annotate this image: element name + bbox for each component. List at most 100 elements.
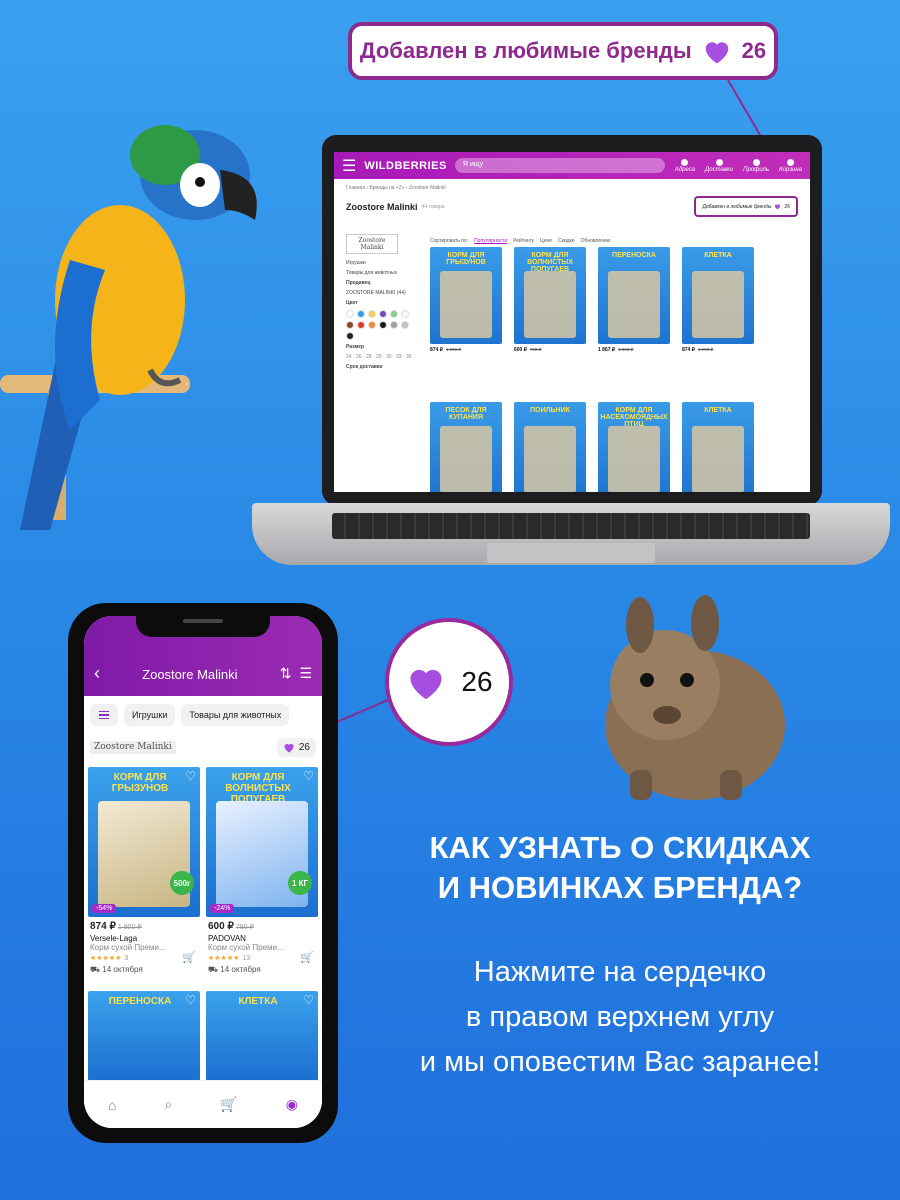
product-info: 600 ₽790 ₽ PADOVAN Корм сухой Преми... ★… bbox=[206, 917, 318, 985]
category-toys[interactable]: Игрушки bbox=[346, 260, 418, 266]
product-card[interactable]: ПЕРЕНОСКА ♡ bbox=[88, 991, 200, 1081]
color-swatch[interactable] bbox=[346, 310, 354, 318]
product-card[interactable]: КОРМ ДЛЯ ГРЫЗУНОВ 874 ₽1 900 ₽ bbox=[430, 247, 502, 396]
color-swatch[interactable] bbox=[379, 310, 387, 318]
phone-screen: ‹ Zoostore Malinki ⇅ ☰ Игрушки Товары дл… bbox=[84, 616, 322, 1128]
color-swatch[interactable] bbox=[368, 310, 376, 318]
product-card[interactable]: КОРМ ДЛЯ ВОЛНИСТЫХ ПОПУГАЕВ 1 КГ -24% ♡ … bbox=[206, 767, 318, 985]
product-image[interactable]: КЛЕТКА bbox=[682, 247, 754, 344]
product-image[interactable]: КОРМ ДЛЯ ВОЛНИСТЫХ ПОПУГАЕВ 1 КГ -24% ♡ bbox=[206, 767, 318, 917]
product-image[interactable]: КЛЕТКА bbox=[682, 402, 754, 492]
color-swatch[interactable] bbox=[368, 321, 376, 329]
sort-popular[interactable]: Популярности bbox=[474, 238, 507, 244]
laptop-mockup: ☰ WILDBERRIES Я ищу Адреса Доставки Проф… bbox=[252, 135, 890, 575]
add-to-cart-icon[interactable]: 🛒 bbox=[300, 951, 314, 964]
product-card[interactable]: КОРМ ДЛЯ НАСЕКОМОЯДНЫХ ПТИЦ bbox=[598, 402, 670, 492]
header-profile[interactable]: Профиль bbox=[743, 158, 769, 173]
color-swatch[interactable] bbox=[357, 321, 365, 329]
laptop-trackpad bbox=[487, 543, 655, 563]
old-price: 798 ₽ bbox=[529, 347, 542, 352]
filter-icon[interactable]: ☰ bbox=[299, 665, 312, 682]
discount-badge: -24% bbox=[210, 904, 235, 913]
product-image[interactable]: КОРМ ДЛЯ ГРЫЗУНОВ bbox=[430, 247, 502, 344]
favorite-brand-button[interactable]: 26 bbox=[276, 738, 316, 757]
brand-logo: Zoostore Malinki bbox=[346, 234, 398, 254]
header-cart[interactable]: Корзина bbox=[779, 158, 802, 173]
wishlist-heart-icon[interactable]: ♡ bbox=[185, 993, 196, 1007]
breadcrumb[interactable]: Главная › Бренды на «Z» › Zoostore Malin… bbox=[334, 179, 810, 191]
color-swatch[interactable] bbox=[401, 321, 409, 329]
bottom-tab-bar: ⌂ ⌕ 🛒 ◉ bbox=[84, 1080, 322, 1128]
product-brand: Versele-Laga bbox=[90, 934, 138, 943]
color-swatch[interactable] bbox=[357, 310, 365, 318]
profile-icon[interactable]: ◉ bbox=[286, 1096, 298, 1113]
sort-new[interactable]: Обновлению bbox=[581, 238, 611, 244]
old-price: 1 900 ₽ bbox=[697, 347, 714, 352]
product-image[interactable]: КОРМ ДЛЯ НАСЕКОМОЯДНЫХ ПТИЦ bbox=[598, 402, 670, 492]
catalog-search-icon[interactable]: ⌕ bbox=[164, 1096, 172, 1113]
chip-pets[interactable]: Товары для животных bbox=[181, 704, 290, 726]
cart-icon[interactable]: 🛒 bbox=[220, 1096, 237, 1113]
product-card[interactable]: КЛЕТКА bbox=[682, 402, 754, 492]
sort-icon[interactable]: ⇅ bbox=[280, 665, 292, 682]
catalog-menu-icon[interactable] bbox=[90, 704, 118, 726]
heart-icon bbox=[702, 37, 732, 65]
product-brand: PADOVAN bbox=[208, 934, 246, 943]
color-swatches[interactable] bbox=[346, 310, 418, 340]
product-banner-title: КОРМ ДЛЯ ГРЫЗУНОВ bbox=[446, 252, 486, 266]
back-icon[interactable]: ‹ bbox=[94, 664, 100, 682]
sort-rating[interactable]: Рейтингу bbox=[513, 238, 534, 244]
filter-seller-label: Продавец bbox=[346, 280, 371, 286]
product-card[interactable]: КЛЕТКА ♡ bbox=[206, 991, 318, 1081]
wishlist-heart-icon[interactable]: ♡ bbox=[303, 769, 314, 783]
weight-badge: 1 КГ bbox=[288, 871, 312, 895]
product-card[interactable]: КОРМ ДЛЯ ГРЫЗУНОВ 500г -54% ♡ 874 ₽1 900… bbox=[88, 767, 200, 985]
subtext-line-3: и мы оповестим Вас заранее! bbox=[419, 1045, 821, 1078]
sort-price[interactable]: Цене bbox=[540, 238, 552, 244]
header-icons: Адреса Доставки Профиль Корзина bbox=[675, 158, 802, 173]
color-swatch[interactable] bbox=[390, 310, 398, 318]
product-card[interactable]: КЛЕТКА 874 ₽1 900 ₽ bbox=[682, 247, 754, 396]
laptop-screen: ☰ WILDBERRIES Я ищу Адреса Доставки Проф… bbox=[334, 152, 810, 492]
product-card[interactable]: ПОИЛЬНИК bbox=[514, 402, 586, 492]
header-delivery[interactable]: Доставки bbox=[705, 158, 733, 173]
wb-header: ☰ WILDBERRIES Я ищу Адреса Доставки Проф… bbox=[334, 152, 810, 179]
product-image[interactable]: ПЕРЕНОСКА bbox=[598, 247, 670, 344]
heart-icon bbox=[775, 204, 781, 210]
product-image[interactable]: ПЕСОК ДЛЯ КУПАНИЯ bbox=[430, 402, 502, 492]
filter-seller-option[interactable]: ZOOSTORE MALINKI (44) bbox=[346, 290, 418, 296]
add-to-cart-icon[interactable]: 🛒 bbox=[182, 951, 196, 964]
product-image[interactable]: КЛЕТКА ♡ bbox=[206, 991, 318, 1081]
header-address[interactable]: Адреса bbox=[675, 158, 695, 173]
color-swatch[interactable] bbox=[390, 321, 398, 329]
color-swatch[interactable] bbox=[401, 310, 409, 318]
favorite-brand-toggle[interactable]: Добавлен в любимые бренды 26 bbox=[694, 196, 798, 217]
wishlist-heart-icon[interactable]: ♡ bbox=[185, 769, 196, 783]
wishlist-heart-icon[interactable]: ♡ bbox=[303, 993, 314, 1007]
price: 874 ₽ bbox=[430, 347, 443, 353]
product-card[interactable]: КОРМ ДЛЯ ВОЛНИСТЫХ ПОПУГАЕВ 600 ₽798 ₽ bbox=[514, 247, 586, 396]
color-swatch[interactable] bbox=[346, 321, 354, 329]
menu-icon[interactable]: ☰ bbox=[342, 156, 356, 176]
category-pets[interactable]: Товары для животных bbox=[346, 270, 418, 276]
sort-discount[interactable]: Скидке bbox=[558, 238, 575, 244]
sort-bar: Сортировать по: Популярности Рейтингу Це… bbox=[430, 238, 610, 244]
bubble-count: 26 bbox=[461, 666, 493, 697]
product-image[interactable]: КОРМ ДЛЯ ГРЫЗУНОВ 500г -54% ♡ bbox=[88, 767, 200, 917]
search-input[interactable]: Я ищу bbox=[454, 158, 665, 173]
product-image[interactable]: ПЕРЕНОСКА ♡ bbox=[88, 991, 200, 1081]
color-swatch[interactable] bbox=[346, 332, 354, 340]
wb-logo[interactable]: WILDBERRIES bbox=[364, 160, 447, 172]
product-image[interactable]: ПОИЛЬНИК bbox=[514, 402, 586, 492]
headline-line-1: КАК УЗНАТЬ О СКИДКАХ bbox=[429, 830, 811, 865]
product-image[interactable]: КОРМ ДЛЯ ВОЛНИСТЫХ ПОПУГАЕВ bbox=[514, 247, 586, 344]
product-card[interactable]: ПЕСОК ДЛЯ КУПАНИЯ bbox=[430, 402, 502, 492]
heart-icon bbox=[284, 744, 294, 753]
chip-toys[interactable]: Игрушки bbox=[124, 704, 176, 726]
laptop-keyboard bbox=[332, 513, 810, 539]
color-swatch[interactable] bbox=[379, 321, 387, 329]
home-icon[interactable]: ⌂ bbox=[108, 1097, 116, 1113]
degu-rodent-image bbox=[605, 595, 785, 800]
phone-notch bbox=[136, 603, 270, 637]
product-card[interactable]: ПЕРЕНОСКА 1 867 ₽3 050 ₽ bbox=[598, 247, 670, 396]
